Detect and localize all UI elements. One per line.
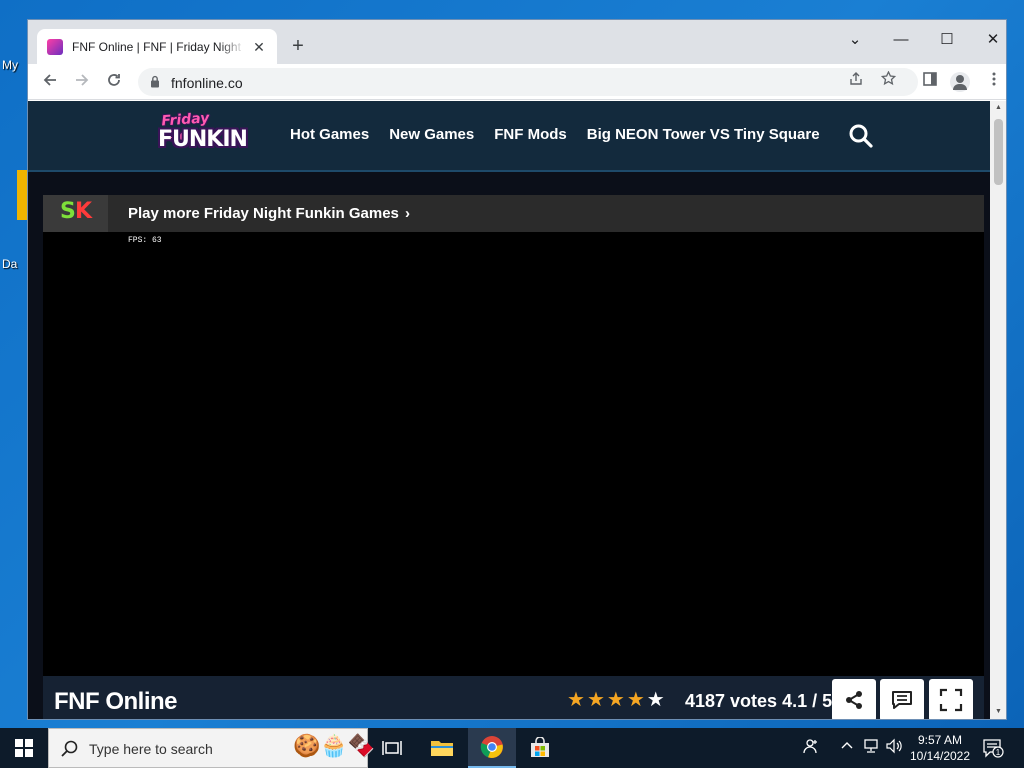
volume-icon[interactable] bbox=[885, 738, 903, 757]
title-bar: FNF Online | FNF | Friday Night Funkin ✕… bbox=[28, 20, 1006, 64]
bookmark-star-icon[interactable] bbox=[877, 70, 899, 93]
star-filled-icon[interactable]: ★ bbox=[607, 690, 625, 710]
start-button[interactable] bbox=[0, 728, 48, 768]
store-bag-icon bbox=[531, 737, 549, 757]
tab-favicon-icon bbox=[47, 38, 63, 55]
fullscreen-icon bbox=[939, 688, 963, 712]
browser-window: FNF Online | FNF | Friday Night Funkin ✕… bbox=[27, 19, 1007, 720]
address-bar[interactable]: fnfonline.co bbox=[138, 68, 918, 96]
page-viewport: Friday Night FUNKIN Hot Games New Games … bbox=[28, 101, 990, 719]
back-button[interactable] bbox=[36, 68, 64, 96]
site-header: Friday Night FUNKIN Hot Games New Games … bbox=[28, 101, 990, 172]
clock-time: 9:57 AM bbox=[917, 733, 963, 747]
search-icon[interactable] bbox=[848, 123, 874, 149]
game-footer: FNF Online ★ ★ ★ ★ ★ 4187 votes 4.1 / 5 bbox=[43, 676, 984, 719]
star-filled-icon[interactable]: ★ bbox=[627, 690, 645, 710]
arrow-right-icon bbox=[76, 74, 89, 86]
notification-count: 1 bbox=[996, 748, 1001, 757]
close-window-button[interactable]: ✕ bbox=[971, 25, 1006, 55]
comment-icon bbox=[892, 691, 912, 709]
network-icon[interactable] bbox=[862, 738, 880, 757]
vote-summary: 4187 votes 4.1 / 5 bbox=[685, 691, 833, 711]
system-clock[interactable]: 9:57 AM 10/14/2022 bbox=[905, 732, 975, 764]
page-scrollbar[interactable]: ▲ ▼ bbox=[990, 101, 1006, 719]
taskbar-search-box[interactable]: Type here to search 🍪🧁🍫 bbox=[48, 728, 375, 768]
search-icon bbox=[61, 740, 78, 757]
profile-avatar-icon[interactable] bbox=[950, 72, 970, 92]
task-view-icon bbox=[382, 741, 402, 755]
game-canvas[interactable]: FPS: 63 bbox=[43, 232, 984, 676]
clock-date: 10/14/2022 bbox=[909, 749, 971, 763]
notification-center-icon[interactable]: 1 bbox=[982, 738, 1004, 758]
scroll-down-icon[interactable]: ▼ bbox=[994, 708, 1003, 715]
browser-tab[interactable]: FNF Online | FNF | Friday Night Funkin ✕ bbox=[37, 29, 277, 64]
task-view-button[interactable] bbox=[368, 728, 416, 768]
arrow-left-icon bbox=[43, 74, 56, 86]
url-text[interactable]: fnfonline.co bbox=[171, 75, 243, 91]
share-page-icon[interactable] bbox=[845, 71, 867, 93]
promo-bar[interactable]: S K Play more Friday Night Funkin Games … bbox=[43, 195, 984, 232]
desktop-icon[interactable] bbox=[17, 170, 27, 220]
star-filled-icon[interactable]: ★ bbox=[567, 690, 585, 710]
folder-icon bbox=[431, 741, 453, 756]
logo-text-bottom: FUNKIN bbox=[158, 127, 248, 152]
site-nav: Hot Games New Games FNF Mods Big NEON To… bbox=[290, 126, 820, 143]
nav-hot-games[interactable]: Hot Games bbox=[290, 126, 369, 143]
browser-toolbar: fnfonline.co bbox=[28, 64, 1006, 100]
new-tab-button[interactable]: + bbox=[286, 34, 310, 58]
promo-logo: S K bbox=[43, 195, 108, 232]
promo-text[interactable]: Play more Friday Night Funkin Games bbox=[128, 205, 399, 222]
desktop-icon-label[interactable]: Da bbox=[2, 257, 17, 271]
chevron-up-icon[interactable] bbox=[840, 738, 854, 755]
nav-big-neon-tower[interactable]: Big NEON Tower VS Tiny Square bbox=[587, 126, 820, 143]
chevron-right-icon: › bbox=[405, 205, 410, 222]
chrome-taskbar-button[interactable] bbox=[468, 728, 516, 768]
game-title: FNF Online bbox=[54, 688, 178, 715]
kebab-menu-icon[interactable] bbox=[982, 70, 1006, 94]
chrome-icon bbox=[480, 736, 503, 758]
star-rating[interactable]: ★ ★ ★ ★ ★ bbox=[567, 690, 665, 710]
site-logo[interactable]: Friday Night FUNKIN bbox=[158, 110, 248, 161]
lock-icon[interactable] bbox=[150, 75, 160, 88]
desktop-icon-label[interactable]: My bbox=[2, 58, 18, 72]
file-explorer-button[interactable] bbox=[418, 728, 466, 768]
star-filled-icon[interactable]: ★ bbox=[587, 690, 605, 710]
scroll-thumb[interactable] bbox=[994, 119, 1003, 185]
reload-icon bbox=[108, 74, 120, 86]
taskbar: Type here to search 🍪🧁🍫 9:57 AM 10/14/20… bbox=[0, 728, 1024, 768]
windows-logo-icon bbox=[15, 739, 33, 757]
tab-search-button[interactable]: ⌄ bbox=[833, 25, 877, 55]
promo-logo-k: K bbox=[75, 199, 93, 224]
scroll-up-icon[interactable]: ▲ bbox=[994, 104, 1003, 111]
tab-close-icon[interactable]: ✕ bbox=[251, 39, 267, 55]
search-highlight-icon[interactable]: 🍪🧁🍫 bbox=[293, 733, 375, 759]
maximize-button[interactable]: ☐ bbox=[925, 25, 969, 55]
store-button[interactable] bbox=[516, 728, 564, 768]
side-panel-icon[interactable] bbox=[918, 70, 942, 94]
search-placeholder: Type here to search bbox=[89, 741, 213, 757]
nav-new-games[interactable]: New Games bbox=[389, 126, 474, 143]
comments-button[interactable] bbox=[880, 679, 924, 719]
promo-logo-s: S bbox=[60, 199, 76, 224]
nav-fnf-mods[interactable]: FNF Mods bbox=[494, 126, 567, 143]
tab-title: FNF Online | FNF | Friday Night Funkin bbox=[72, 39, 245, 54]
fullscreen-button[interactable] bbox=[929, 679, 973, 719]
star-empty-icon[interactable]: ★ bbox=[647, 690, 665, 710]
people-icon[interactable] bbox=[803, 738, 819, 757]
forward-button[interactable] bbox=[68, 68, 96, 96]
fps-counter: FPS: 63 bbox=[128, 236, 162, 245]
minimize-button[interactable]: — bbox=[879, 25, 923, 55]
share-icon bbox=[846, 691, 862, 709]
share-button[interactable] bbox=[832, 679, 876, 719]
reload-button[interactable] bbox=[100, 68, 128, 96]
